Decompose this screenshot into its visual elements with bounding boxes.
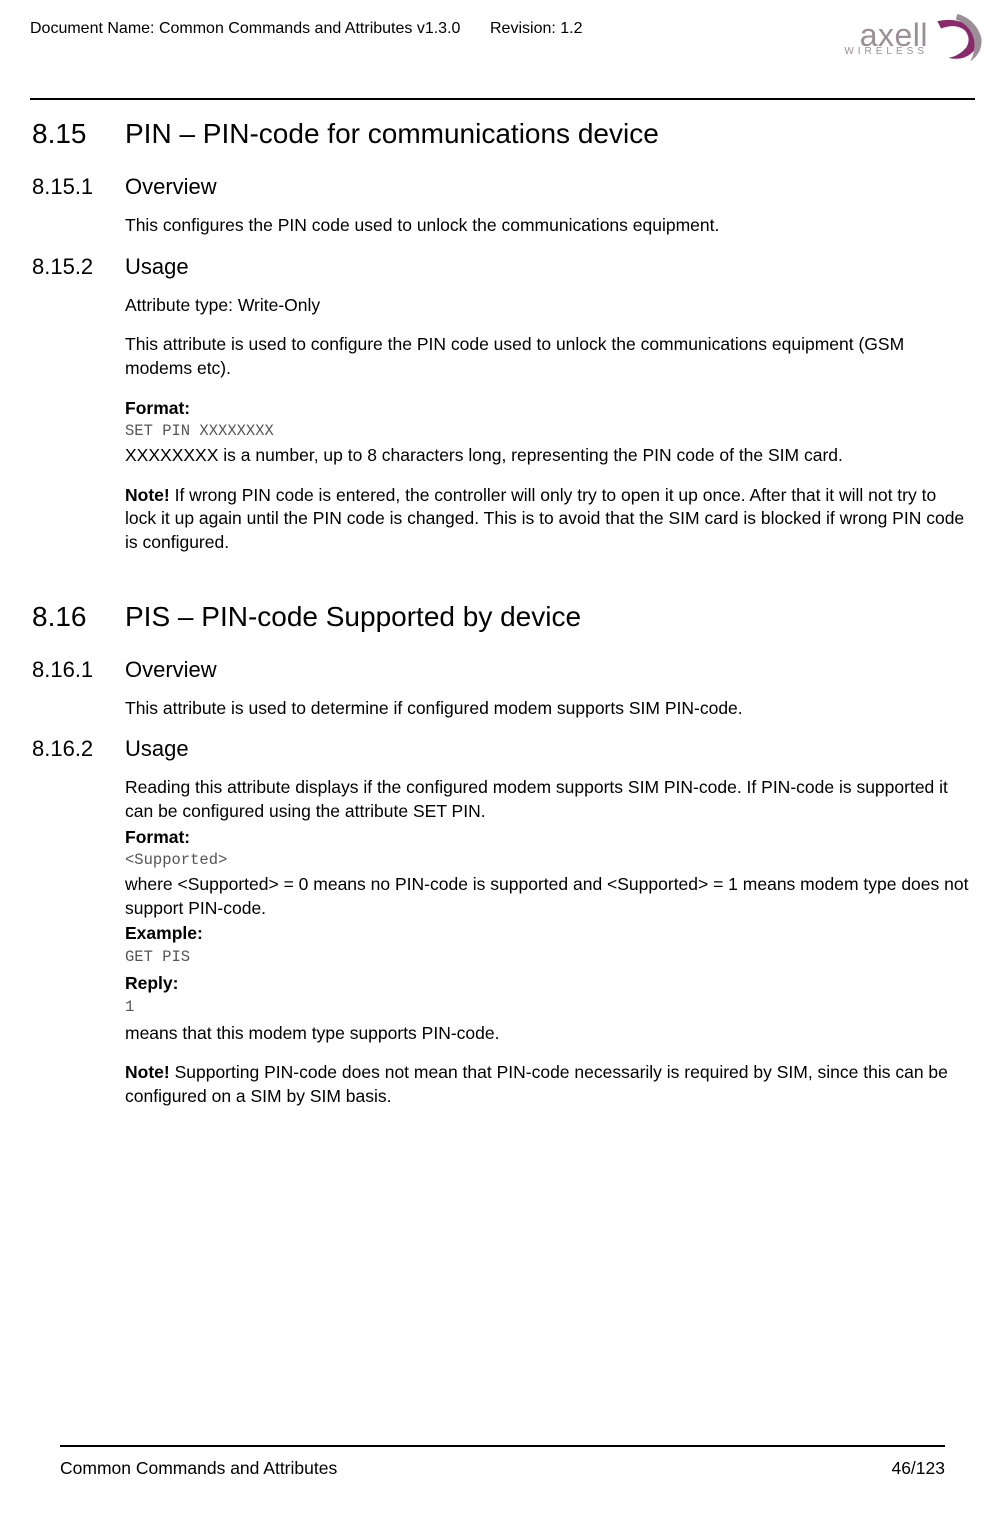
paragraph: Reading this attribute displays if the c… — [125, 776, 970, 823]
heading-8-16-1: 8.16.1 Overview — [30, 657, 975, 683]
note-paragraph: Note! Supporting PIN-code does not mean … — [125, 1061, 970, 1108]
footer-left: Common Commands and Attributes — [60, 1458, 337, 1479]
revision: Revision: 1.2 — [490, 20, 583, 38]
paragraph: where <Supported> = 0 means no PIN-code … — [125, 873, 970, 920]
heading-title: PIN – PIN-code for communications device — [125, 118, 659, 150]
logo-sub: WIRELESS — [844, 48, 928, 56]
heading-number: 8.15.1 — [30, 174, 125, 200]
note-paragraph: Note! If wrong PIN code is entered, the … — [125, 484, 970, 555]
footer-divider — [60, 1445, 945, 1447]
heading-8-16-2: 8.16.2 Usage — [30, 736, 975, 762]
heading-title: Usage — [125, 254, 189, 280]
heading-number: 8.15.2 — [30, 254, 125, 280]
code-block: 1 — [125, 998, 970, 1016]
code-block: SET PIN XXXXXXXX — [125, 422, 970, 440]
paragraph: Attribute type: Write-Only — [125, 294, 970, 318]
heading-8-16: 8.16 PIS – PIN-code Supported by device — [30, 601, 975, 633]
document-name: Document Name: Common Commands and Attri… — [30, 20, 460, 38]
heading-8-15-1: 8.15.1 Overview — [30, 174, 975, 200]
page-footer: Common Commands and Attributes 46/123 — [60, 1458, 945, 1479]
code-block: GET PIS — [125, 948, 970, 966]
heading-title: Usage — [125, 736, 189, 762]
content: 8.15 PIN – PIN-code for communications d… — [30, 118, 975, 1109]
note-text: Supporting PIN-code does not mean that P… — [125, 1062, 948, 1106]
paragraph: means that this modem type supports PIN-… — [125, 1022, 970, 1046]
paragraph: This attribute is used to configure the … — [125, 333, 970, 380]
page-header: Document Name: Common Commands and Attri… — [30, 18, 975, 68]
section-body: This attribute is used to determine if c… — [125, 697, 970, 721]
logo-swirl-icon — [930, 12, 985, 67]
section-body: Attribute type: Write-Only This attribut… — [125, 294, 970, 555]
format-label: Format: — [125, 826, 970, 850]
format-label: Format: — [125, 397, 970, 421]
heading-8-15: 8.15 PIN – PIN-code for communications d… — [30, 118, 975, 150]
heading-8-15-2: 8.15.2 Usage — [30, 254, 975, 280]
example-label: Example: — [125, 922, 970, 946]
paragraph: This configures the PIN code used to unl… — [125, 214, 970, 238]
section-body: This configures the PIN code used to unl… — [125, 214, 970, 238]
code-block: <Supported> — [125, 851, 970, 869]
heading-number: 8.16.2 — [30, 736, 125, 762]
heading-title: Overview — [125, 174, 217, 200]
page: Document Name: Common Commands and Attri… — [30, 18, 975, 1497]
logo-text: axell WIRELESS — [844, 23, 928, 57]
note-text: If wrong PIN code is entered, the contro… — [125, 485, 964, 552]
heading-number: 8.15 — [30, 118, 125, 150]
heading-title: Overview — [125, 657, 217, 683]
note-label: Note! — [125, 1062, 170, 1082]
heading-title: PIS – PIN-code Supported by device — [125, 601, 581, 633]
reply-label: Reply: — [125, 972, 970, 996]
logo: axell WIRELESS — [844, 12, 985, 67]
paragraph: XXXXXXXX is a number, up to 8 characters… — [125, 444, 970, 468]
heading-number: 8.16 — [30, 601, 125, 633]
section-body: Reading this attribute displays if the c… — [125, 776, 970, 1108]
paragraph: This attribute is used to determine if c… — [125, 697, 970, 721]
header-divider — [30, 98, 975, 100]
heading-number: 8.16.1 — [30, 657, 125, 683]
note-label: Note! — [125, 485, 170, 505]
footer-right: 46/123 — [891, 1458, 945, 1479]
